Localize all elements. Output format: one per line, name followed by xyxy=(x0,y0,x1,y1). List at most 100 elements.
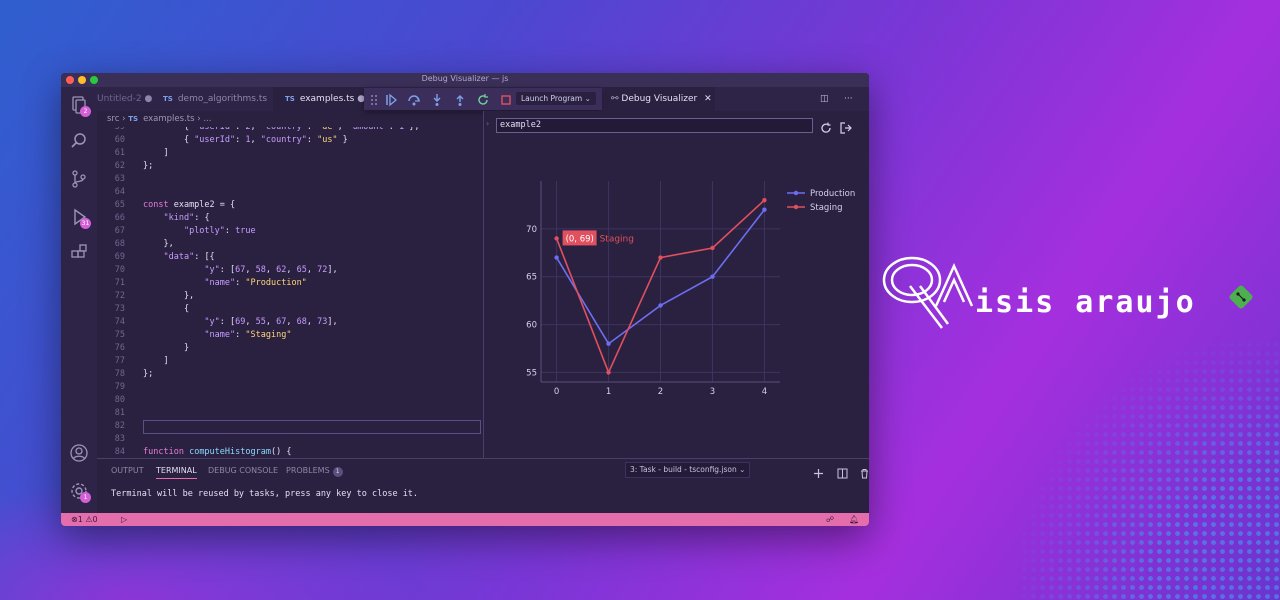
stop-icon[interactable] xyxy=(499,92,513,106)
trash-icon[interactable] xyxy=(859,464,869,479)
tab-debug-console[interactable]: DEBUG CONSOLE xyxy=(208,466,278,475)
run-debug-icon[interactable]: 31 xyxy=(69,207,91,229)
tab-debug-visualizer[interactable]: ⚯ Debug Visualizer ✕ xyxy=(605,87,715,111)
code-editor[interactable]: 59 { "userId": 2, "country": "de", "amou… xyxy=(97,127,483,458)
code-line[interactable]: 74 "y": [69, 55, 67, 68, 73], xyxy=(97,316,483,329)
expression-input[interactable]: example2 xyxy=(496,118,813,133)
task-select-label: 3: Task - build - tsconfig.json xyxy=(630,465,737,474)
code-line[interactable]: 73 { xyxy=(97,303,483,316)
continue-icon[interactable] xyxy=(384,92,398,107)
typescript-icon: TS xyxy=(128,115,139,123)
step-out-icon[interactable] xyxy=(453,92,467,106)
code-line[interactable]: 83 xyxy=(97,433,483,446)
line-number: 60 xyxy=(114,135,125,145)
legend-label: Production xyxy=(810,189,855,199)
code-line[interactable]: 76 } xyxy=(97,342,483,355)
hover-tooltip-value: (0, 69) xyxy=(566,234,594,244)
restart-icon[interactable] xyxy=(476,92,490,106)
search-icon[interactable] xyxy=(69,131,89,151)
code-line[interactable]: 69 "data": [{ xyxy=(97,251,483,264)
code-line[interactable]: 64 xyxy=(97,186,483,199)
chevron-down-icon: ⌄ xyxy=(739,465,746,474)
code-line[interactable]: 71 "name": "Production" xyxy=(97,277,483,290)
line-number: 81 xyxy=(114,408,125,418)
open-external-icon[interactable] xyxy=(840,119,852,134)
line-number: 76 xyxy=(114,343,125,353)
line-number: 68 xyxy=(114,239,125,249)
tab-output[interactable]: OUTPUT xyxy=(111,466,144,475)
line-number: 67 xyxy=(114,226,125,236)
line-number: 74 xyxy=(114,317,125,327)
split-editor-icon[interactable]: ◫ xyxy=(820,87,829,111)
code-text: const example2 = { xyxy=(143,200,236,210)
code-line[interactable]: 65 const example2 = { xyxy=(97,199,483,212)
code-line[interactable]: 62}; xyxy=(97,160,483,173)
code-line[interactable]: 67 "plotly": true xyxy=(97,225,483,238)
launch-config-select[interactable]: Launch Program ⌄ xyxy=(516,92,596,105)
code-line[interactable]: 78}; xyxy=(97,368,483,381)
line-number: 66 xyxy=(114,213,125,223)
plotly-line-chart[interactable]: 55 60 65 70 0 1 2 3 4 Production Staging (0, 69) Sta… xyxy=(484,141,869,451)
tab-problems[interactable]: PROBLEMS 1 xyxy=(286,466,343,477)
account-icon[interactable] xyxy=(69,443,89,463)
extensions-icon[interactable] xyxy=(69,243,89,263)
code-line[interactable]: 68 }, xyxy=(97,238,483,251)
code-line[interactable]: 79 xyxy=(97,381,483,394)
notifications-bell-icon[interactable]: 🔔︎ xyxy=(849,513,859,526)
step-over-icon[interactable] xyxy=(407,92,421,106)
code-line[interactable]: 60 { "userId": 1, "country": "us" } xyxy=(97,134,483,147)
code-line[interactable]: 70 "y": [67, 58, 62, 65, 72], xyxy=(97,264,483,277)
code-line[interactable]: 59 { "userId": 2, "country": "de", "amou… xyxy=(97,127,483,134)
feedback-icon[interactable]: ☍ xyxy=(826,513,834,526)
run-icon[interactable]: ▷ xyxy=(121,513,127,526)
code-text: function computeHistogram() { xyxy=(143,447,292,457)
line-number: 69 xyxy=(114,252,125,262)
x-tick-label: 3 xyxy=(710,387,715,397)
code-line[interactable]: 77 ] xyxy=(97,355,483,368)
code-line[interactable]: 63 xyxy=(97,173,483,186)
code-line[interactable]: 81 xyxy=(97,407,483,420)
split-terminal-icon[interactable] xyxy=(837,464,848,479)
step-into-icon[interactable] xyxy=(430,92,444,106)
legend-label: Staging xyxy=(810,203,842,213)
more-actions-icon[interactable]: ··· xyxy=(844,87,853,111)
source-control-icon[interactable] xyxy=(69,169,89,189)
problems-status[interactable]: ⊗1 ⚠0 xyxy=(71,513,98,526)
tab-label: examples.ts xyxy=(299,94,355,104)
data-point xyxy=(710,245,715,251)
explorer-icon[interactable]: 2 xyxy=(69,95,91,117)
line-number: 64 xyxy=(114,187,125,197)
window-title: Debug Visualizer — js xyxy=(421,74,509,83)
code-text: }; xyxy=(143,161,154,171)
code-line[interactable]: 66 "kind": { xyxy=(97,212,483,225)
current-line-highlight xyxy=(143,420,481,434)
code-text: }; xyxy=(143,369,154,379)
line-number: 73 xyxy=(114,304,125,314)
explorer-badge: 2 xyxy=(80,106,91,117)
line-number: 65 xyxy=(114,200,125,210)
breadcrumb-more[interactable]: ... xyxy=(203,114,211,124)
code-line[interactable]: 75 "name": "Staging" xyxy=(97,329,483,342)
tab-examples[interactable]: TS examples.ts ● xyxy=(273,87,365,111)
code-line[interactable]: 84 function computeHistogram() { xyxy=(97,446,483,458)
new-terminal-icon[interactable] xyxy=(813,464,824,478)
debug-toolbar: Launch Program ⌄ xyxy=(364,88,602,110)
settings-gear-icon[interactable]: 1 xyxy=(69,481,91,503)
code-line[interactable]: 61 ] xyxy=(97,147,483,160)
terminal-output[interactable]: Terminal will be reused by tasks, press … xyxy=(111,489,418,499)
y-tick-label: 70 xyxy=(526,225,537,235)
breadcrumb-src[interactable]: src xyxy=(107,114,119,124)
tab-demo-algorithms[interactable]: TS demo_algorithms.ts xyxy=(163,87,267,111)
line-number: 62 xyxy=(114,161,125,171)
close-tab-icon[interactable]: ✕ xyxy=(704,94,712,104)
drag-handle-icon[interactable] xyxy=(367,92,381,106)
tab-untitled-2[interactable]: Untitled-2 ● xyxy=(97,87,153,111)
tab-terminal[interactable]: TERMINAL xyxy=(156,466,197,479)
terminal-task-select[interactable]: 3: Task - build - tsconfig.json ⌄ xyxy=(625,462,751,478)
code-text: { "userId": 2, "country": "de", "amount"… xyxy=(143,127,420,132)
expand-chevron-icon[interactable]: › xyxy=(486,119,489,128)
breadcrumb-file[interactable]: examples.ts xyxy=(143,114,194,124)
code-line[interactable]: 80 xyxy=(97,394,483,407)
refresh-icon[interactable] xyxy=(820,119,832,133)
code-line[interactable]: 72 }, xyxy=(97,290,483,303)
